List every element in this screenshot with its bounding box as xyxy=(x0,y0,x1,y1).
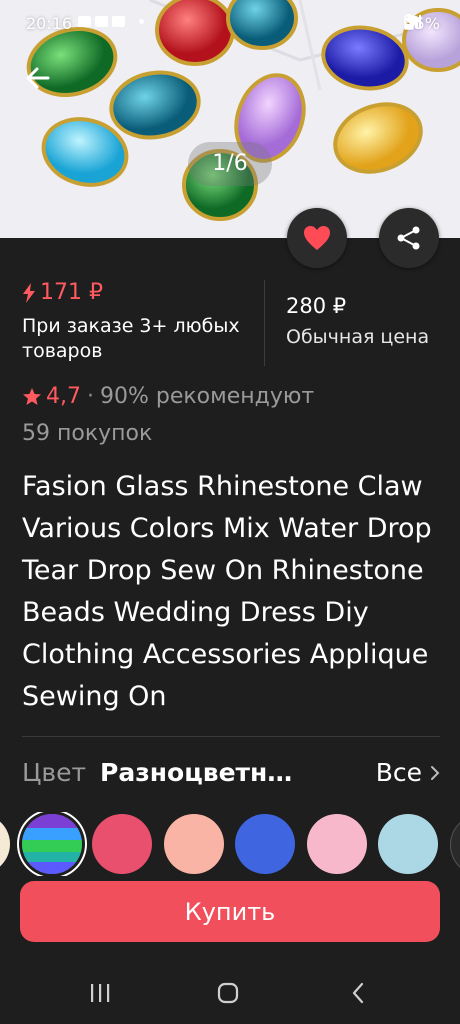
color-swatch[interactable] xyxy=(235,814,295,874)
rating-value: 4,7 xyxy=(46,384,81,409)
system-navigation-bar xyxy=(0,960,460,1024)
promo-condition: При заказе 3+ любых товаров xyxy=(22,315,240,362)
home-icon xyxy=(217,982,239,1004)
all-colors-link[interactable]: Все xyxy=(376,758,440,787)
recommend-text: 90% рекомендуют xyxy=(100,384,315,409)
multicolor-swatch-icon xyxy=(22,814,82,874)
rating-separator: · xyxy=(87,384,94,409)
notification-icons xyxy=(78,16,144,27)
price-block: 171 ₽ При заказе 3+ любых товаров 280 ₽ … xyxy=(0,280,460,370)
regular-price-label: Обычная цена xyxy=(286,326,430,348)
color-swatch[interactable] xyxy=(0,814,10,874)
youtube-notification-icon xyxy=(112,16,125,27)
color-swatch[interactable] xyxy=(378,814,438,874)
star-icon xyxy=(23,387,41,405)
share-button[interactable] xyxy=(379,208,439,268)
battery-icon xyxy=(404,14,415,30)
price-divider xyxy=(264,280,265,366)
promo-price-value: 171 ₽ xyxy=(40,280,103,305)
color-label: Цвет xyxy=(22,758,87,787)
status-bar: 20:16 25% xyxy=(0,0,460,48)
color-swatches xyxy=(0,812,460,876)
color-swatch-selected[interactable] xyxy=(22,814,82,874)
more-notifications-icon xyxy=(139,19,144,24)
rating-row[interactable]: 4,7 · 90% рекомендуют xyxy=(22,384,314,409)
buy-button[interactable]: Купить xyxy=(20,881,440,942)
purchase-count: 59 покупок xyxy=(22,421,153,446)
product-title: Fasion Glass Rhinestone Claw Various Col… xyxy=(22,471,432,712)
product-image-gallery[interactable]: 20:16 25% 1/6 xyxy=(0,0,460,238)
gallery-notification-icon xyxy=(78,16,91,27)
back-button[interactable] xyxy=(22,62,54,94)
selected-color-value: Разноцветн… xyxy=(100,758,293,787)
section-divider xyxy=(22,736,440,737)
gallery-pager: 1/6 xyxy=(188,142,272,186)
color-swatch[interactable] xyxy=(307,814,367,874)
recent-apps-button[interactable] xyxy=(80,978,120,1008)
youtube-notification-icon xyxy=(95,16,108,27)
color-swatch[interactable] xyxy=(450,814,460,876)
recent-apps-icon xyxy=(91,984,110,1002)
color-swatch[interactable] xyxy=(92,814,152,874)
regular-price: 280 ₽ xyxy=(286,294,347,318)
color-selector-header[interactable]: Цвет Разноцветн… Все xyxy=(22,758,440,794)
chevron-right-icon xyxy=(431,765,440,780)
home-button[interactable] xyxy=(208,978,248,1008)
back-icon xyxy=(352,982,364,1004)
lightning-icon xyxy=(23,282,35,303)
favorite-button[interactable] xyxy=(287,208,347,268)
system-back-button[interactable] xyxy=(338,978,378,1008)
status-right: 25% xyxy=(404,14,440,33)
back-arrow-icon xyxy=(26,67,50,89)
status-time: 20:16 xyxy=(26,14,73,33)
heart-icon xyxy=(304,226,330,250)
all-colors-label: Все xyxy=(375,758,422,787)
share-icon xyxy=(397,226,420,250)
promo-price: 171 ₽ xyxy=(22,280,103,305)
color-swatch[interactable] xyxy=(164,814,224,874)
